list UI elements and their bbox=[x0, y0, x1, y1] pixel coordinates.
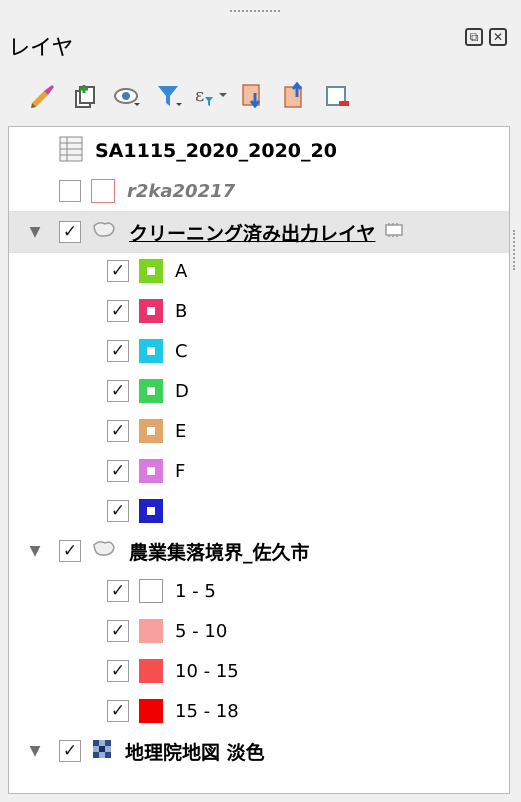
collapse-arrow-icon[interactable]: ▼ bbox=[25, 743, 45, 759]
expand-all-icon[interactable] bbox=[232, 78, 274, 114]
panel-drag-grip[interactable] bbox=[230, 10, 280, 14]
layer-label-cleaning: クリーニング済み出力レイヤ bbox=[129, 222, 376, 245]
category-label: F bbox=[175, 460, 186, 482]
layer-checkbox-basemap[interactable]: ✓ bbox=[59, 740, 81, 762]
category-row[interactable]: ✓ A bbox=[107, 251, 187, 291]
close-panel-button[interactable]: ✕ bbox=[489, 28, 507, 46]
category-checkbox[interactable]: ✓ bbox=[107, 500, 129, 522]
category-symbol-icon bbox=[139, 459, 163, 483]
layers-toolbar: ε bbox=[22, 78, 358, 114]
add-group-icon[interactable] bbox=[64, 78, 106, 114]
collapse-arrow-icon[interactable]: ▼ bbox=[25, 543, 45, 559]
panel-title: レイヤ bbox=[8, 36, 74, 61]
panel-title-buttons: ⧉ ✕ bbox=[465, 28, 507, 46]
raster-layer-icon bbox=[91, 738, 113, 764]
class-label: 5 - 10 bbox=[175, 620, 228, 642]
category-label: E bbox=[175, 420, 187, 442]
layer-label-basemap: 地理院地図 淡色 bbox=[125, 741, 265, 764]
category-checkbox[interactable]: ✓ bbox=[107, 260, 129, 282]
category-symbol-icon bbox=[139, 339, 163, 363]
category-checkbox[interactable]: ✓ bbox=[107, 300, 129, 322]
remove-layer-icon[interactable] bbox=[316, 78, 358, 114]
style-brush-icon[interactable] bbox=[22, 78, 64, 114]
layer-tree[interactable]: SA1115_2020_2020_20 r2ka20217 ▼ ✓ クリーニング… bbox=[8, 126, 510, 794]
layer-row-basemap[interactable]: ▼ ✓ 地理院地図 淡色 bbox=[25, 731, 265, 771]
category-row[interactable]: ✓ bbox=[107, 491, 175, 531]
table-icon bbox=[59, 136, 83, 166]
category-label: C bbox=[175, 340, 188, 362]
layer-label-r2ka: r2ka20217 bbox=[127, 180, 236, 202]
category-symbol-icon bbox=[139, 259, 163, 283]
collapse-all-icon[interactable] bbox=[274, 78, 316, 114]
category-label: B bbox=[175, 300, 188, 322]
expression-filter-icon[interactable]: ε bbox=[190, 78, 232, 114]
class-label: 10 - 15 bbox=[175, 660, 239, 682]
polygon-symbol-icon bbox=[91, 179, 115, 203]
category-checkbox[interactable]: ✓ bbox=[107, 340, 129, 362]
category-row[interactable]: ✓ F bbox=[107, 451, 185, 491]
polygon-layer-icon bbox=[91, 220, 117, 244]
class-checkbox[interactable]: ✓ bbox=[107, 580, 129, 602]
layers-panel: レイヤ ⧉ ✕ ε SA1115_2020_2020_20 r2ka20217 … bbox=[0, 0, 521, 802]
class-checkbox[interactable]: ✓ bbox=[107, 620, 129, 642]
class-checkbox[interactable]: ✓ bbox=[107, 700, 129, 722]
float-panel-button[interactable]: ⧉ bbox=[465, 28, 483, 46]
memory-layer-icon bbox=[383, 221, 405, 243]
category-symbol-icon bbox=[139, 419, 163, 443]
category-checkbox[interactable]: ✓ bbox=[107, 380, 129, 402]
category-row[interactable]: ✓ D bbox=[107, 371, 189, 411]
category-symbol-icon bbox=[139, 299, 163, 323]
category-symbol-icon bbox=[139, 499, 163, 523]
polygon-layer-icon bbox=[91, 539, 117, 563]
category-label: D bbox=[175, 380, 189, 402]
layer-checkbox-boundary[interactable]: ✓ bbox=[59, 540, 81, 562]
class-label: 1 - 5 bbox=[175, 580, 216, 602]
layer-row-boundary[interactable]: ▼ ✓ 農業集落境界_佐久市 bbox=[25, 531, 310, 571]
class-symbol-icon bbox=[139, 659, 163, 683]
category-label: A bbox=[175, 260, 188, 282]
category-checkbox[interactable]: ✓ bbox=[107, 420, 129, 442]
visibility-eye-icon[interactable] bbox=[106, 78, 148, 114]
class-row[interactable]: ✓ 1 - 5 bbox=[107, 571, 216, 611]
class-row[interactable]: ✓ 10 - 15 bbox=[107, 651, 239, 691]
layer-label-table: SA1115_2020_2020_20 bbox=[95, 140, 337, 162]
category-row[interactable]: ✓ C bbox=[107, 331, 188, 371]
filter-icon[interactable] bbox=[148, 78, 190, 114]
layer-checkbox-r2ka[interactable] bbox=[59, 180, 81, 202]
layer-label-boundary: 農業集落境界_佐久市 bbox=[129, 541, 310, 564]
category-symbol-icon bbox=[139, 379, 163, 403]
category-row[interactable]: ✓ E bbox=[107, 411, 186, 451]
collapse-arrow-icon[interactable]: ▼ bbox=[25, 224, 45, 240]
class-symbol-icon bbox=[139, 579, 163, 603]
category-row[interactable]: ✓ B bbox=[107, 291, 187, 331]
layer-row-r2ka[interactable]: r2ka20217 bbox=[59, 171, 235, 211]
class-row[interactable]: ✓ 5 - 10 bbox=[107, 611, 227, 651]
layer-checkbox-cleaning[interactable]: ✓ bbox=[59, 221, 81, 243]
class-label: 15 - 18 bbox=[175, 700, 239, 722]
category-checkbox[interactable]: ✓ bbox=[107, 460, 129, 482]
class-row[interactable]: ✓ 15 - 18 bbox=[107, 691, 239, 731]
layer-row-cleaning[interactable]: ▼ ✓ クリーニング済み出力レイヤ bbox=[9, 211, 509, 253]
layer-row-table[interactable]: SA1115_2020_2020_20 bbox=[59, 131, 337, 171]
svg-text:ε: ε bbox=[195, 85, 204, 106]
panel-resize-handle[interactable] bbox=[513, 230, 517, 270]
class-symbol-icon bbox=[139, 619, 163, 643]
class-symbol-icon bbox=[139, 699, 163, 723]
class-checkbox[interactable]: ✓ bbox=[107, 660, 129, 682]
